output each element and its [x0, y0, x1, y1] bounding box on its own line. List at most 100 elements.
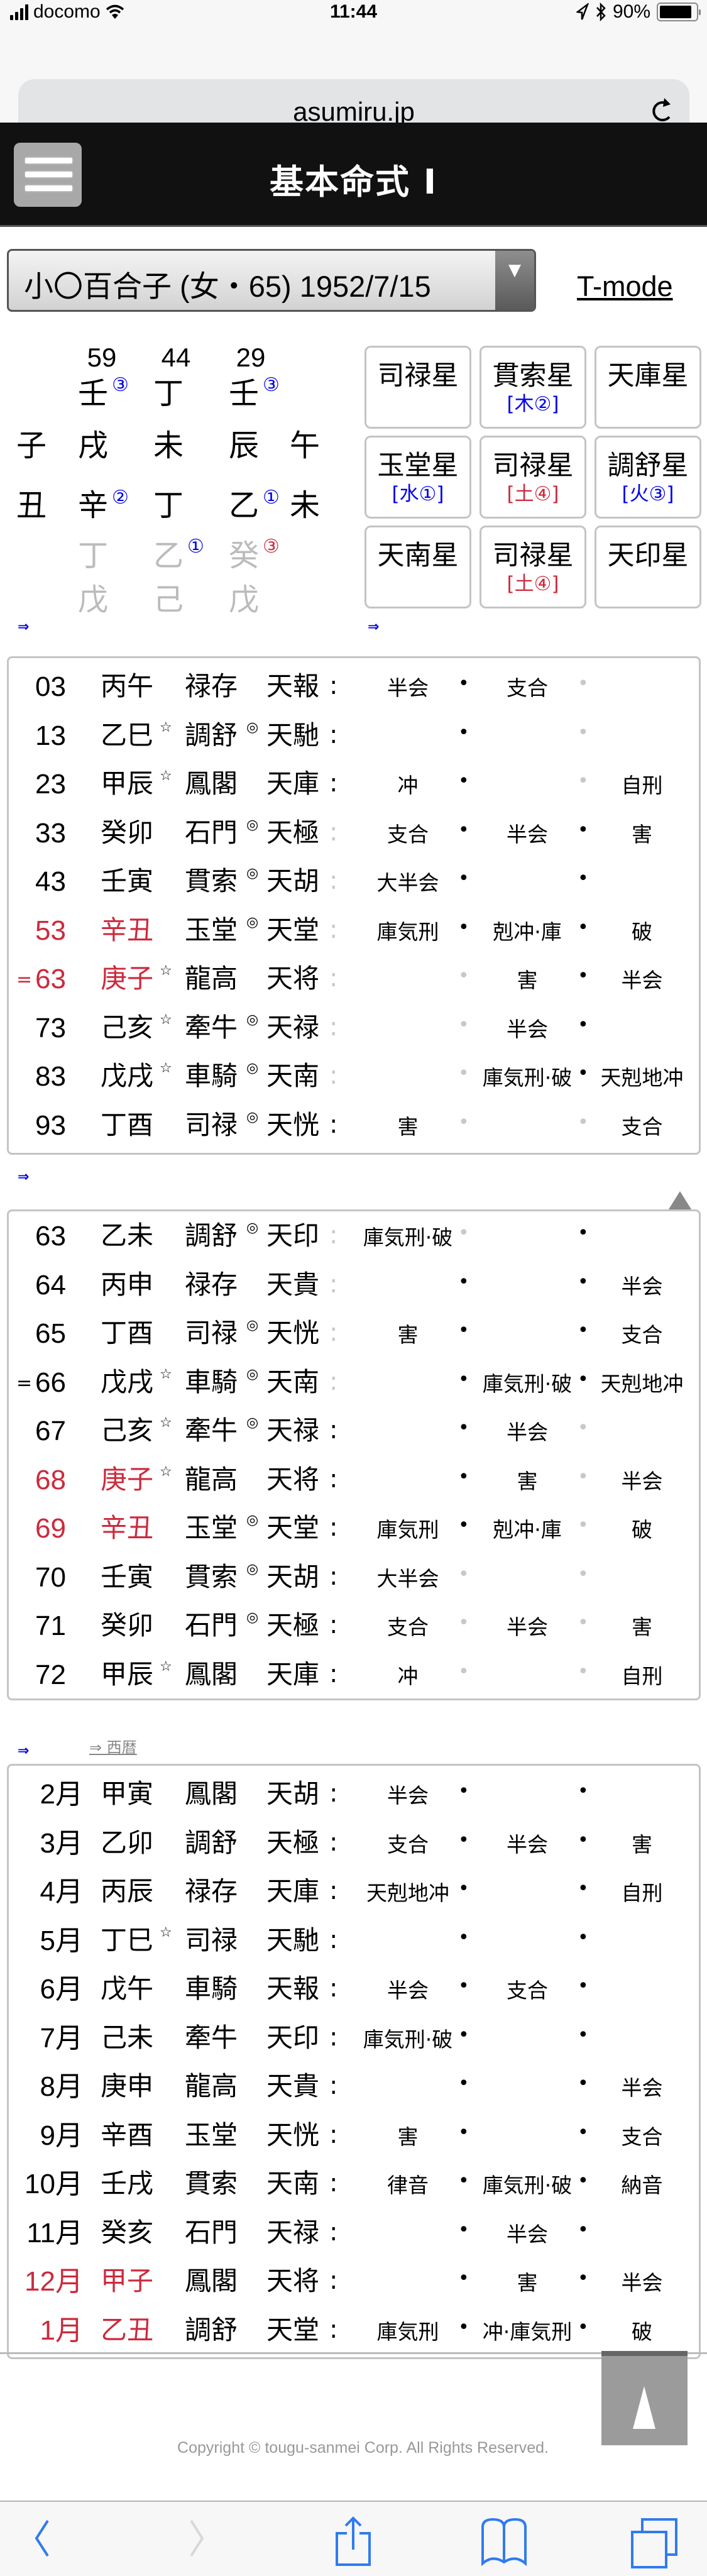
table-row[interactable]: 93 丁酉 司禄 ◎ 天恍: 害 • • 支合 [9, 1101, 699, 1150]
share-icon[interactable] [333, 2516, 373, 2566]
dot-separator: • [458, 1612, 469, 1634]
subordinate-star: 天庫 [266, 1658, 320, 1690]
kanshi: 辛丑 [101, 1512, 154, 1543]
table-row[interactable]: 67 己亥 ☆ 牽牛 ◎ 天禄: • 半会 • [9, 1406, 699, 1455]
period-label: 10月 [25, 2169, 83, 2199]
relation-2: 支合 [507, 1978, 548, 2003]
expand-arrow-link[interactable]: ⇒ [18, 1743, 29, 1759]
table-row[interactable]: 3月 乙卯 調舒 天極: 支合 • 半会 • 害 [9, 1819, 699, 1868]
star-name: 貫索星 [492, 360, 574, 392]
table-row[interactable]: 70 壬寅 貫索 ◎ 天胡: 大半会 • • [9, 1553, 699, 1602]
period-label: 9月 [40, 2120, 83, 2151]
hidden-stem-low: 己 [153, 582, 184, 617]
table-row[interactable]: 83 戊戌 ☆ 車騎 ◎ 天南: • 庫気刑·破 • 天剋地冲 [9, 1052, 699, 1101]
scroll-to-top-button[interactable] [601, 2351, 688, 2445]
expand-arrow-link[interactable]: ⇒ [368, 619, 379, 635]
seireki-link[interactable]: ⇒ 西暦 [89, 1735, 137, 1757]
table-row[interactable]: 1月 乙丑 調舒 天堂: 庫気刑 • 冲·庫気刑 • 破 [9, 2306, 699, 2355]
period-label: 7月 [40, 2022, 83, 2054]
expand-arrow-link[interactable]: ⇒ [18, 619, 29, 635]
forward-icon[interactable] [184, 2516, 209, 2560]
relation-3: 害 [632, 1615, 652, 1639]
subordinate-star: 天馳 [266, 1924, 320, 1956]
table-row[interactable]: 65 丁酉 司禄 ◎ 天恍: 害 • • 支合 [9, 1309, 699, 1358]
period-label: 33 [35, 817, 66, 849]
subordinate-star: 天禄 [266, 1011, 320, 1043]
table-row[interactable]: 13 乙巳 ☆ 調舒 ◎ 天馳: • • [9, 711, 699, 760]
expand-arrow-link[interactable]: ⇒ [18, 1169, 29, 1185]
back-icon[interactable] [30, 2516, 55, 2560]
kanshi: 戊戌 [101, 1060, 154, 1091]
table-row[interactable]: 53 辛丑 玉堂 ◎ 天堂: 庫気刑 • 剋冲·庫 • 破 [9, 906, 699, 955]
table-row[interactable]: 69 辛丑 玉堂 ◎ 天堂: 庫気刑 • 剋冲·庫 • 破 [9, 1504, 699, 1553]
dot-separator: • [458, 1417, 469, 1439]
table-row[interactable]: 2月 甲寅 鳳閣 天胡: 半会 • • [9, 1770, 699, 1819]
double-circle-mark: ◎ [246, 1415, 259, 1431]
table-row[interactable]: 73 己亥 ☆ 牽牛 ◎ 天禄: • 半会 • [9, 1003, 699, 1052]
table-row[interactable]: 11月 癸亥 石門 天禄: • 半会 • [9, 2208, 699, 2257]
kanshi: 甲辰 [101, 768, 154, 799]
table-row[interactable]: 10月 壬戌 貫索 天南: 律音 • 庫気刑·破 • 納音 [9, 2159, 699, 2208]
table-row[interactable]: 72 甲辰 ☆ 鳳閣 天庫: 冲 • • 自刑 [9, 1650, 699, 1699]
scroll-up-icon[interactable] [667, 1191, 693, 1211]
table-row[interactable]: 7月 己未 牽牛 天印: 庫気刑·破 • • [9, 2013, 699, 2062]
colon-separator: : [329, 2217, 338, 2247]
table-row[interactable]: 03 丙午 禄存 天報: 半会 • 支合 • [9, 662, 699, 711]
dropdown-arrow-icon[interactable]: ▼ [495, 251, 534, 310]
table-row[interactable]: 23 甲辰 ☆ 鳳閣 天庫: 冲 • • 自刑 [9, 759, 699, 808]
table-row[interactable]: 33 癸卯 石門 ◎ 天極: 支合 • 半会 • 害 [9, 808, 699, 857]
kanshi: 壬戌 [101, 2168, 154, 2199]
subordinate-star: 天将 [266, 2265, 320, 2296]
dot-separator: • [458, 1780, 469, 1802]
earthly-branch: 未 [153, 428, 184, 463]
star-name: 天南星 [377, 540, 459, 571]
relation-1: 支合 [387, 1615, 429, 1639]
kanshi: 丁酉 [101, 1109, 154, 1140]
stem-mark: ③ [263, 374, 280, 396]
double-circle-mark: ◎ [246, 1011, 259, 1028]
colon-separator: : [329, 1318, 338, 1347]
kanshi: 辛酉 [101, 2119, 154, 2150]
tmode-link[interactable]: T-mode [577, 270, 673, 303]
dot-separator: • [578, 1780, 589, 1802]
table-row[interactable]: = 66 戊戌 ☆ 車騎 ◎ 天南: • 庫気刑·破 • 天剋地冲 [9, 1358, 699, 1407]
table-row[interactable]: 64 丙申 禄存 天貴: • • 半会 [9, 1260, 699, 1309]
relation-2: 半会 [507, 1420, 548, 1445]
star-cell: 司禄星 [土④] [480, 436, 586, 519]
table-row[interactable]: 68 庚子 ☆ 龍高 天将: • 害 • 半会 [9, 1455, 699, 1504]
current-marker: = [16, 1372, 33, 1394]
period-label: 70 [35, 1561, 66, 1593]
table-row[interactable]: 9月 辛酉 玉堂 天恍: 害 • • 支合 [9, 2111, 699, 2160]
colon-separator: : [329, 720, 338, 749]
table-row[interactable]: 8月 庚申 龍高 天貴: • • 半会 [9, 2062, 699, 2111]
period-label: 6月 [40, 1974, 83, 2005]
period-label: 72 [35, 1659, 66, 1690]
relation-2: 庫気刑·破 [482, 1065, 573, 1090]
table-row[interactable]: 43 壬寅 貫索 ◎ 天胡: 大半会 • • [9, 857, 699, 906]
bookmarks-icon[interactable] [479, 2516, 529, 2566]
person-select[interactable]: 小〇百合子 (女・65) 1952/7/15 ▼ [7, 249, 536, 312]
period-label: 2月 [40, 1779, 83, 1810]
table-row[interactable]: 5月 丁巳 ☆ 司禄 天馳: • • [9, 1916, 699, 1965]
table-row[interactable]: 12月 甲子 鳳閣 天将: • 害 • 半会 [9, 2257, 699, 2306]
table-row[interactable]: 6月 戊午 車騎 天報: 半会 • 支合 • [9, 1964, 699, 2013]
subordinate-star: 天印 [266, 1220, 320, 1251]
subordinate-star: 天南 [266, 2168, 320, 2199]
colon-separator: : [329, 1221, 338, 1250]
tabs-icon[interactable] [630, 2516, 680, 2568]
main-star: 車騎 [185, 1060, 238, 1091]
dot-separator: • [578, 1013, 589, 1036]
period-label: 66 [35, 1367, 66, 1398]
colon-separator: : [329, 1876, 338, 1905]
subordinate-star: 天極 [266, 1610, 320, 1641]
table-row[interactable]: = 63 庚子 ☆ 龍高 天将: • 害 • 半会 [9, 954, 699, 1003]
double-circle-mark: ◎ [246, 1220, 259, 1236]
hidden-stem-mid: 癸 [228, 538, 259, 573]
star-element: [土④] [507, 573, 559, 595]
main-star: 鳳閣 [185, 1658, 238, 1690]
table-row[interactable]: 4月 丙辰 禄存 天庫: 天剋地冲 • • 自刑 [9, 1867, 699, 1916]
star-cell: 貫索星 [木②] [480, 346, 586, 429]
table-row[interactable]: 63 乙未 調舒 ◎ 天印: 庫気刑·破 • • [9, 1211, 699, 1260]
table-row[interactable]: 71 癸卯 石門 ◎ 天極: 支合 • 半会 • 害 [9, 1601, 699, 1650]
relation-3: 支合 [621, 1114, 663, 1139]
